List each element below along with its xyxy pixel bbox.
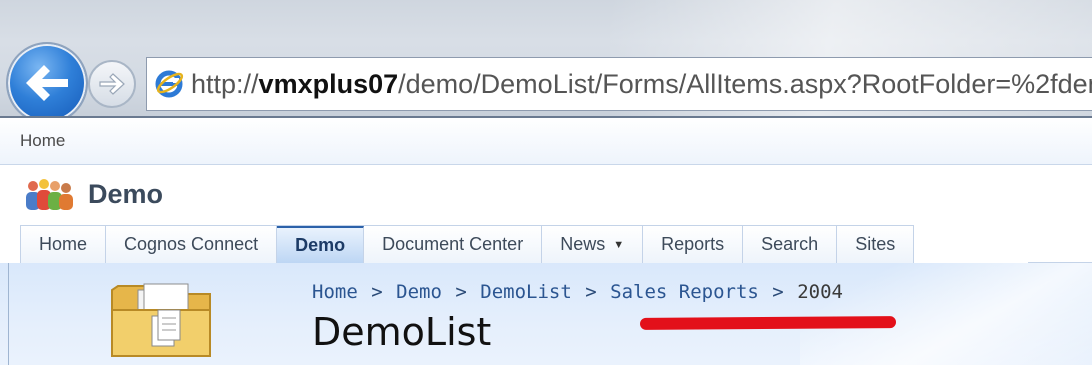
address-bar[interactable]: http://vmxplus07/demo/DemoList/Forms/All… xyxy=(146,57,1092,111)
url-text[interactable]: http://vmxplus07/demo/DemoList/Forms/All… xyxy=(191,69,1092,100)
breadcrumb-home[interactable]: Home xyxy=(312,281,358,303)
breadcrumb: Home > Demo > DemoList > Sales Reports >… xyxy=(312,281,843,303)
back-button[interactable] xyxy=(6,42,88,124)
url-prefix: http:// xyxy=(191,68,259,99)
site-title[interactable]: Demo xyxy=(88,179,163,210)
breadcrumb-sales-reports[interactable]: Sales Reports xyxy=(610,281,759,303)
site-title-row: Demo xyxy=(0,165,1092,225)
tab-cognos-connect[interactable]: Cognos Connect xyxy=(106,226,278,264)
tab-label: Sites xyxy=(855,234,896,254)
title-area-glow xyxy=(800,263,1092,365)
forward-arrow-icon xyxy=(99,73,125,95)
page-title: DemoList xyxy=(312,310,492,354)
document-library-folder-icon xyxy=(106,270,216,362)
global-home-link[interactable]: Home xyxy=(20,131,65,151)
tab-demo[interactable]: Demo xyxy=(277,226,365,264)
breadcrumb-demo[interactable]: Demo xyxy=(396,281,442,303)
tab-search[interactable]: Search xyxy=(743,226,838,264)
people-group-icon xyxy=(22,178,82,212)
tab-label: Home xyxy=(39,234,88,254)
tab-reports[interactable]: Reports xyxy=(643,226,744,264)
ie-logo-icon xyxy=(147,69,191,99)
left-border xyxy=(8,263,9,365)
url-host: vmxplus07 xyxy=(258,68,399,99)
breadcrumb-separator: > xyxy=(371,281,383,303)
tab-label: Cognos Connect xyxy=(124,234,259,254)
tab-label: Demo xyxy=(295,235,346,255)
tab-label: Search xyxy=(761,234,819,254)
chevron-down-icon: ▼ xyxy=(613,238,625,251)
top-nav-tabs: Home Cognos Connect Demo Document Center… xyxy=(20,225,915,264)
url-path: /demo/DemoList/Forms/AllItems.aspx?RootF… xyxy=(398,68,1092,99)
forward-button[interactable] xyxy=(88,60,136,108)
tab-label: Document Center xyxy=(382,234,524,254)
tab-home[interactable]: Home xyxy=(20,226,107,264)
tab-news[interactable]: News ▼ xyxy=(542,226,644,264)
breadcrumb-current: 2004 xyxy=(797,281,843,303)
breadcrumb-separator: > xyxy=(772,281,784,303)
breadcrumb-separator: > xyxy=(455,281,467,303)
highlight-underline-annotation xyxy=(639,316,897,330)
breadcrumb-demolist[interactable]: DemoList xyxy=(480,281,572,303)
back-arrow-icon xyxy=(26,65,68,101)
breadcrumb-separator: > xyxy=(585,281,597,303)
global-breadcrumb-bar: Home xyxy=(0,118,1092,165)
tab-document-center[interactable]: Document Center xyxy=(364,226,543,264)
tab-label: News xyxy=(560,234,606,254)
tab-label: Reports xyxy=(661,234,725,254)
tab-sites[interactable]: Sites xyxy=(837,226,915,264)
